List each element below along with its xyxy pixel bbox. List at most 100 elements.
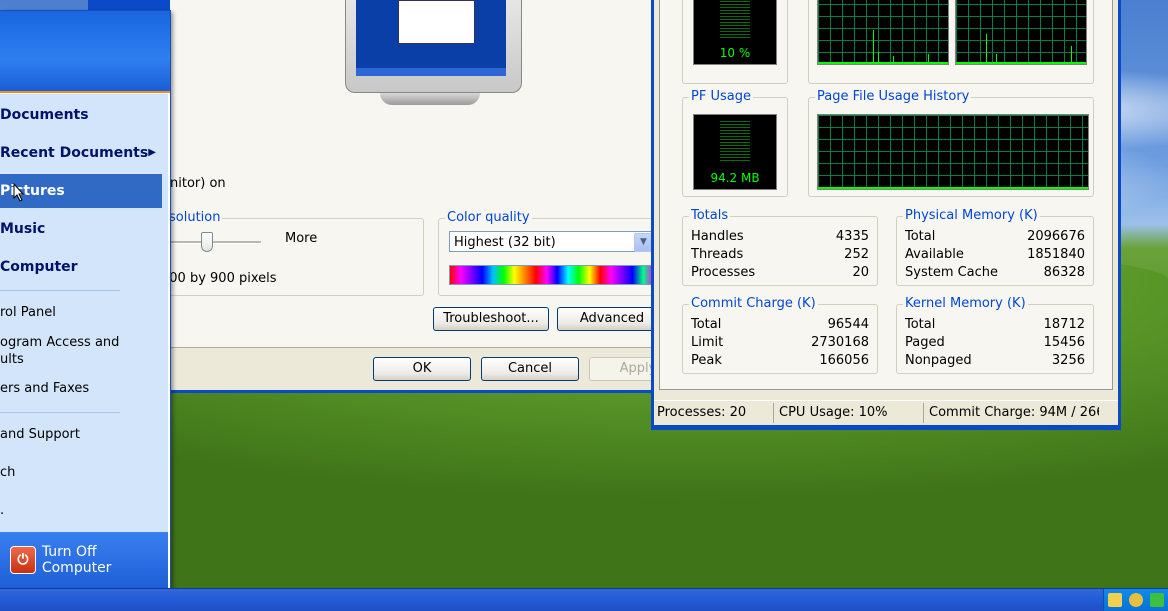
pf-usage-group: PF Usage 94.2 MB <box>682 89 788 197</box>
resolution-group: esolution More 600 by 900 pixels <box>160 210 424 296</box>
resolution-slider-thumb[interactable] <box>201 232 213 252</box>
item-label: ch <box>0 465 16 480</box>
graph-baseline <box>818 59 948 64</box>
status-cpu-usage: CPU Usage: 10% <box>776 403 924 423</box>
totals-group: Totals Handles 4335 Threads 252 Processes 2… <box>682 208 878 286</box>
kernel-row-total: Total 18712 <box>905 317 1085 335</box>
cpu-history-graph-2 <box>955 0 1087 65</box>
cancel-button[interactable]: Cancel <box>481 357 579 381</box>
turn-off-computer-button[interactable]: ⏻ Turn Off Computer <box>10 544 160 576</box>
row-label: Processes <box>691 265 756 280</box>
kernel-row-paged: Paged 15456 <box>905 335 1085 353</box>
start-menu-item-recent-documents[interactable]: Recent Documents ▶ <box>0 136 162 170</box>
item-label: Recent Documents <box>0 145 149 161</box>
row-value: 3256 <box>1051 353 1085 368</box>
start-menu-item-music[interactable]: Music <box>0 212 162 246</box>
color-quality-selected: Highest (32 bit) <box>454 235 556 250</box>
color-quality-select[interactable]: Highest (32 bit) ▼ <box>449 231 655 252</box>
tray-network-icon[interactable] <box>1107 593 1122 607</box>
item-label: Documents <box>0 107 89 123</box>
kernel-memory-title: Kernel Memory (K) <box>903 296 1028 311</box>
start-menu-item-search[interactable]: ch <box>0 462 162 484</box>
start-menu-item-program-access-line2[interactable]: ults <box>0 349 162 371</box>
cpu-meter-bars <box>720 0 750 38</box>
start-menu-item-printers[interactable]: ers and Faxes <box>0 378 162 400</box>
monitor-stand <box>380 93 480 105</box>
row-value: 2096676 <box>1027 229 1085 244</box>
start-menu-item-help-support[interactable]: and Support <box>0 424 162 446</box>
physical-memory-row-cache: System Cache 86328 <box>905 265 1085 283</box>
pf-usage-title: PF Usage <box>689 89 753 104</box>
color-spectrum-bar <box>449 265 655 285</box>
start-menu-item-documents[interactable]: Documents <box>0 98 162 132</box>
system-tray <box>1103 589 1168 611</box>
ok-button[interactable]: OK <box>373 357 471 381</box>
troubleshoot-button[interactable]: Troubleshoot... <box>433 307 549 331</box>
row-label: System Cache <box>905 265 999 280</box>
row-label: Total <box>905 317 936 332</box>
taskbar <box>0 588 1168 611</box>
tray-task-manager-icon[interactable] <box>1150 593 1165 607</box>
start-menu-item-computer[interactable]: Computer <box>0 250 162 284</box>
row-value: 15456 <box>1043 335 1085 350</box>
item-label: ogram Access and <box>0 335 120 350</box>
settings-tab-panel: nitor) on esolution More 600 by 900 pixe… <box>160 0 683 348</box>
start-menu-header <box>0 11 170 93</box>
pf-meter-bars <box>720 121 750 161</box>
color-quality-group: Color quality Highest (32 bit) ▼ <box>438 210 670 296</box>
graph-baseline <box>956 59 1086 64</box>
monitor-preview-taskbar <box>356 68 506 76</box>
row-value: 166056 <box>819 353 869 368</box>
row-value: 96544 <box>827 317 869 332</box>
row-label: Available <box>905 247 964 262</box>
kernel-memory-group: Kernel Memory (K) Total 18712 Paged 15456 … <box>896 296 1094 374</box>
cpu-usage-meter: 10 % <box>693 0 777 65</box>
start-menu-item-control-panel[interactable]: rol Panel <box>0 302 162 324</box>
item-label: Music <box>0 221 46 237</box>
row-value: 2730168 <box>811 335 869 350</box>
row-label: Limit <box>691 335 724 350</box>
start-menu: Documents Recent Documents ▶ Pictures Mus… <box>0 10 171 590</box>
display-properties-body: nitor) on esolution More 600 by 900 pixe… <box>160 0 701 393</box>
physical-memory-row-total: Total 2096676 <box>905 229 1085 247</box>
physical-memory-group: Physical Memory (K) Total 2096676 Availab… <box>896 208 1094 286</box>
start-menu-footer: ⏻ Turn Off Computer <box>0 532 168 589</box>
row-value: 86328 <box>1043 265 1085 280</box>
power-icon: ⏻ <box>10 546 36 574</box>
task-manager-window: 10 % PF Usage 94.2 MB Page File Usage Hi… <box>651 0 1121 430</box>
item-label: Computer <box>0 259 78 275</box>
row-label: Total <box>905 229 936 244</box>
page-file-history-group: Page File Usage History <box>808 89 1094 197</box>
page-file-history-title: Page File Usage History <box>815 89 972 104</box>
resolution-more-label: More <box>285 231 318 246</box>
graph-baseline <box>818 183 1088 189</box>
physical-memory-title: Physical Memory (K) <box>903 208 1040 223</box>
monitor-preview <box>345 0 522 93</box>
resolution-value: 600 by 900 pixels <box>161 271 277 286</box>
pf-usage-value: 94.2 MB <box>710 171 760 185</box>
pf-usage-meter: 94.2 MB <box>693 114 777 190</box>
row-value: 4335 <box>835 229 869 244</box>
commit-row-total: Total 96544 <box>691 317 869 335</box>
cpu-history-graph-1 <box>817 0 949 65</box>
row-value: 18712 <box>1043 317 1085 332</box>
row-value: 1851840 <box>1027 247 1085 262</box>
row-value: 20 <box>852 265 869 280</box>
color-quality-title: Color quality <box>445 210 532 225</box>
row-label: Peak <box>691 353 722 368</box>
row-label: Total <box>691 317 722 332</box>
cpu-history-group <box>808 0 1094 84</box>
tray-security-icon[interactable] <box>1128 593 1143 607</box>
row-label: Nonpaged <box>905 353 972 368</box>
chevron-right-icon: ▶ <box>148 147 156 158</box>
turn-off-label: Turn Off Computer <box>41 544 112 576</box>
monitor-description: nitor) on <box>170 176 226 191</box>
start-menu-item-run[interactable]: . <box>0 500 162 522</box>
item-label: and Support <box>0 427 80 442</box>
start-menu-separator <box>0 290 120 291</box>
performance-tab-panel: 10 % PF Usage 94.2 MB Page File Usage Hi… <box>659 0 1113 390</box>
totals-row-threads: Threads 252 <box>691 247 869 265</box>
totals-row-processes: Processes 20 <box>691 265 869 283</box>
monitor-preview-window <box>398 0 475 44</box>
status-bar: Processes: 20 CPU Usage: 10% Commit Char… <box>654 400 1118 425</box>
